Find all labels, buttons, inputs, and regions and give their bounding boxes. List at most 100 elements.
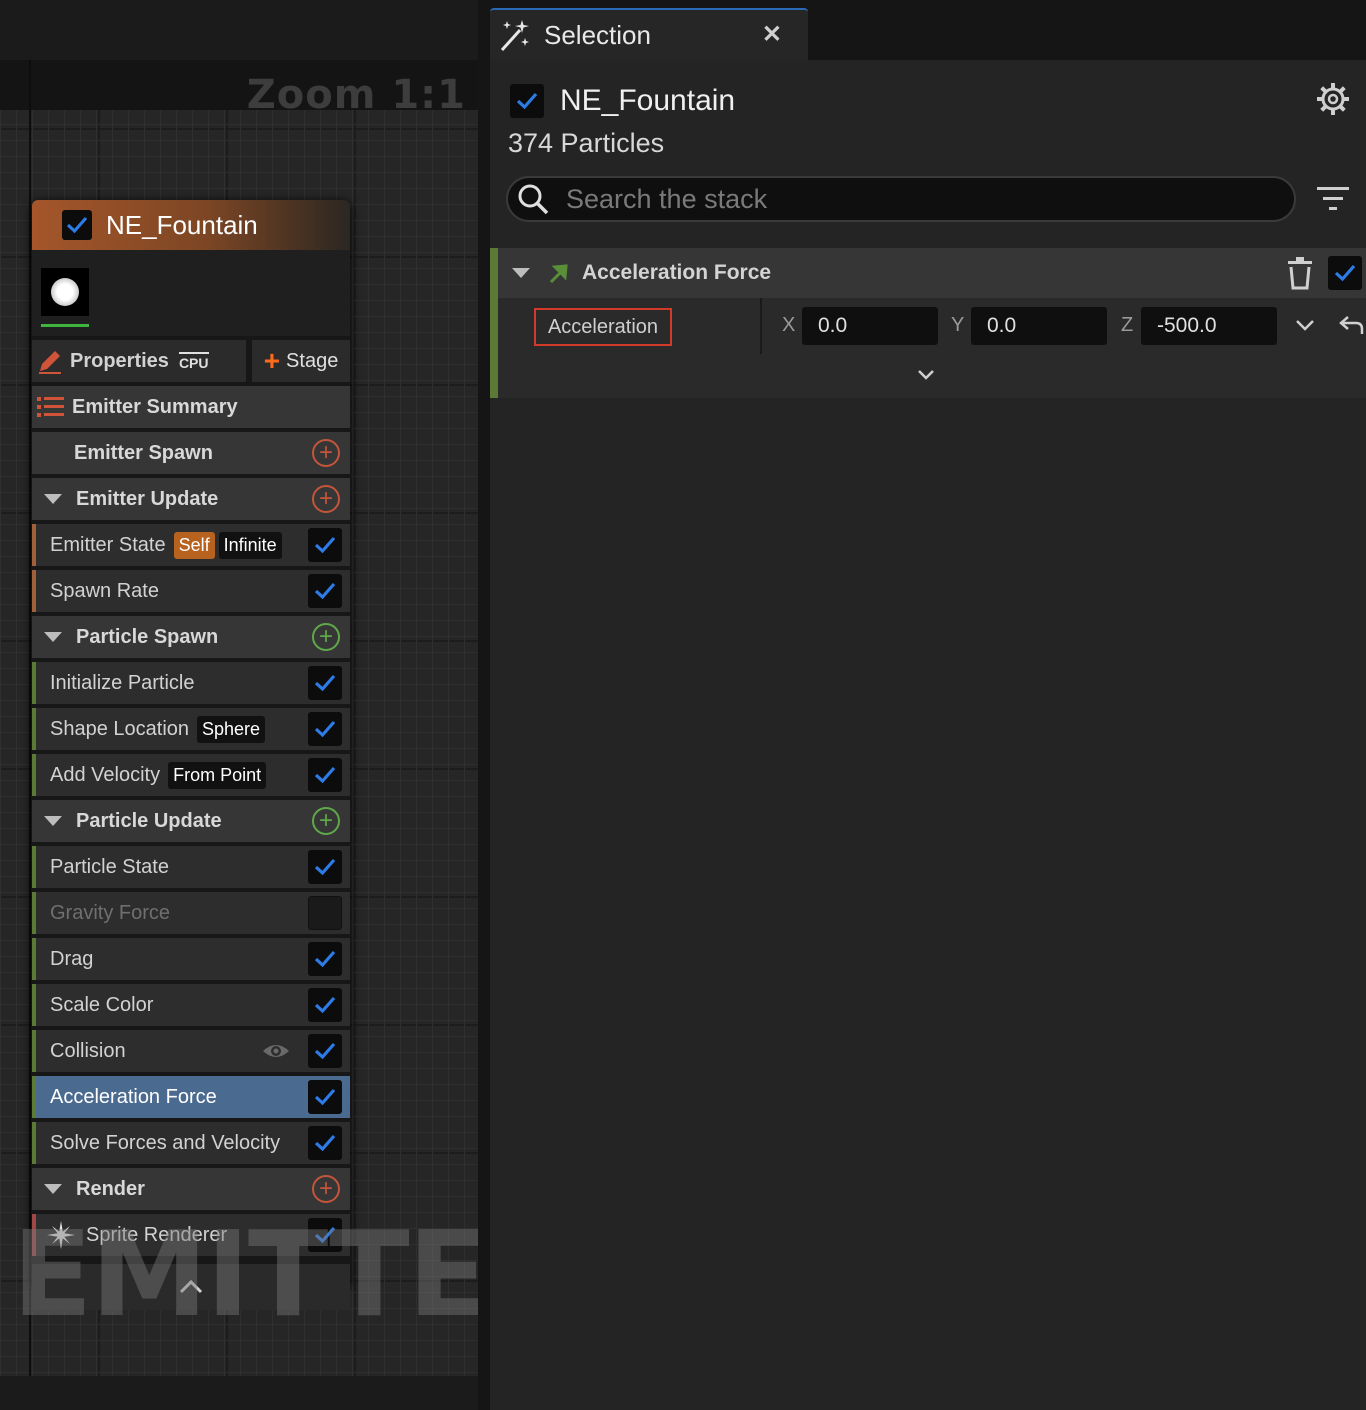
module-collision[interactable]: Collision — [32, 1030, 350, 1072]
panel-splitter[interactable] — [478, 0, 490, 1410]
add-module-icon[interactable]: + — [312, 1175, 340, 1203]
emitter-enabled-checkbox[interactable] — [510, 84, 544, 118]
module-label: Solve Forces and Velocity — [50, 1131, 281, 1154]
module-shape-location[interactable]: Shape Location Sphere — [32, 708, 350, 750]
reset-arrow-icon[interactable] — [1338, 314, 1364, 336]
system-graph-canvas[interactable]: Zoom 1:1 NE_Fountain Properties CPU + St… — [0, 60, 478, 1376]
stack-search-box[interactable] — [506, 176, 1296, 222]
group-label: Emitter Update — [76, 487, 219, 510]
module-header-acceleration-force[interactable]: Acceleration Force — [498, 248, 1366, 298]
module-label: Scale Color — [50, 993, 154, 1016]
properties-row: Properties CPU + Stage — [32, 340, 350, 382]
module-disabled-checkbox[interactable] — [308, 896, 342, 930]
timeline-line — [29, 60, 31, 1376]
add-stage-button[interactable]: + Stage — [252, 340, 350, 382]
group-label: Render — [76, 1177, 145, 1200]
module-enabled-checkbox[interactable] — [308, 942, 342, 976]
magic-wand-icon — [500, 20, 529, 52]
filter-icon[interactable] — [1316, 184, 1350, 214]
cpu-sim-badge: CPU — [178, 351, 209, 371]
module-scale-color[interactable]: Scale Color — [32, 984, 350, 1026]
param-name-acceleration[interactable]: Acceleration — [534, 308, 672, 346]
particle-preview — [51, 278, 79, 306]
gear-icon[interactable] — [1316, 82, 1350, 116]
selection-panel: NE_Fountain 374 Particles Accelera — [490, 60, 1366, 1410]
module-gravity-force[interactable]: Gravity Force — [32, 892, 350, 934]
module-enabled-checkbox[interactable] — [308, 712, 342, 746]
module-enabled-checkbox[interactable] — [308, 528, 342, 562]
group-emitter-spawn[interactable]: Emitter Spawn + — [32, 432, 350, 474]
checkbox-icon — [314, 536, 336, 554]
module-enabled-checkbox[interactable] — [308, 988, 342, 1022]
module-enabled-checkbox[interactable] — [308, 1034, 342, 1068]
x-value-field[interactable]: 0.0 — [802, 307, 938, 345]
emitter-node[interactable]: NE_Fountain Properties CPU + Stage Emitt… — [32, 200, 350, 1310]
module-label: Drag — [50, 947, 94, 970]
list-icon — [37, 397, 64, 417]
module-enabled-checkbox[interactable] — [1328, 256, 1362, 290]
checkbox-icon — [314, 996, 336, 1014]
collapse-arrow-icon[interactable] — [44, 632, 62, 642]
stage-color-bar — [32, 662, 36, 704]
group-label: Emitter Spawn — [74, 441, 213, 464]
group-render[interactable]: Render + — [32, 1168, 350, 1210]
properties-button[interactable]: Properties CPU — [32, 340, 246, 382]
z-value-field[interactable]: -500.0 — [1141, 307, 1277, 345]
y-axis-label: Y — [951, 314, 965, 336]
module-solve-forces-and-velocity[interactable]: Solve Forces and Velocity — [32, 1122, 350, 1164]
group-emitter-summary[interactable]: Emitter Summary — [32, 386, 350, 428]
emitter-node-header[interactable]: NE_Fountain — [32, 200, 350, 250]
add-module-icon[interactable]: + — [312, 807, 340, 835]
group-particle-spawn[interactable]: Particle Spawn + — [32, 616, 350, 658]
group-particle-update[interactable]: Particle Update + — [32, 800, 350, 842]
module-initialize-particle[interactable]: Initialize Particle — [32, 662, 350, 704]
stage-color-bar — [32, 708, 36, 750]
module-enabled-checkbox[interactable] — [308, 666, 342, 700]
tab-selection[interactable]: Selection ✕ — [490, 8, 808, 60]
add-module-icon[interactable]: + — [312, 623, 340, 651]
graph-top-strip — [0, 0, 478, 60]
group-emitter-update[interactable]: Emitter Update + — [32, 478, 350, 520]
module-label: Add Velocity — [50, 763, 161, 786]
module-tag-infinite: Infinite — [218, 531, 282, 559]
chevron-down-icon[interactable] — [1294, 314, 1316, 336]
module-add-velocity[interactable]: Add Velocity From Point — [32, 754, 350, 796]
collapse-arrow-icon[interactable] — [512, 268, 530, 278]
checkbox-icon — [314, 858, 336, 876]
column-divider[interactable] — [760, 298, 762, 354]
module-label: Emitter State — [50, 533, 166, 556]
stage-color-bar — [32, 1030, 36, 1072]
stage-color-bar — [32, 524, 36, 566]
emitter-thumbnail[interactable] — [41, 268, 89, 316]
show-advanced-row[interactable] — [498, 354, 1366, 398]
search-input[interactable] — [566, 183, 1266, 215]
module-enabled-checkbox[interactable] — [308, 1080, 342, 1114]
collapse-arrow-icon[interactable] — [44, 816, 62, 826]
eye-icon[interactable] — [262, 1042, 290, 1060]
module-emitter-state[interactable]: Emitter State Self Infinite — [32, 524, 350, 566]
module-enabled-checkbox[interactable] — [308, 758, 342, 792]
module-stack: Acceleration Force Acceleration X 0.0 Y … — [490, 248, 1366, 398]
collapse-arrow-icon[interactable] — [44, 1184, 62, 1194]
module-particle-state[interactable]: Particle State — [32, 846, 350, 888]
emitter-node-title: NE_Fountain — [106, 209, 258, 240]
y-value-field[interactable]: 0.0 — [971, 307, 1107, 345]
stage-color-bar — [32, 984, 36, 1026]
module-enabled-checkbox[interactable] — [308, 574, 342, 608]
add-module-icon[interactable]: + — [312, 439, 340, 467]
module-acceleration-force[interactable]: Acceleration Force — [32, 1076, 350, 1118]
module-enabled-checkbox[interactable] — [308, 1126, 342, 1160]
module-label: Acceleration Force — [50, 1085, 217, 1108]
close-icon[interactable]: ✕ — [762, 20, 782, 49]
stage-color-bar — [32, 846, 36, 888]
module-spawn-rate[interactable]: Spawn Rate — [32, 570, 350, 612]
checkbox-icon — [314, 950, 336, 968]
add-module-icon[interactable]: + — [312, 485, 340, 513]
emitter-enabled-checkbox[interactable] — [62, 210, 92, 240]
collapse-arrow-icon[interactable] — [44, 494, 62, 504]
z-axis-label: Z — [1121, 314, 1134, 336]
stage-color-bar — [32, 892, 36, 934]
module-enabled-checkbox[interactable] — [308, 850, 342, 884]
module-drag[interactable]: Drag — [32, 938, 350, 980]
trash-icon[interactable] — [1284, 256, 1316, 290]
